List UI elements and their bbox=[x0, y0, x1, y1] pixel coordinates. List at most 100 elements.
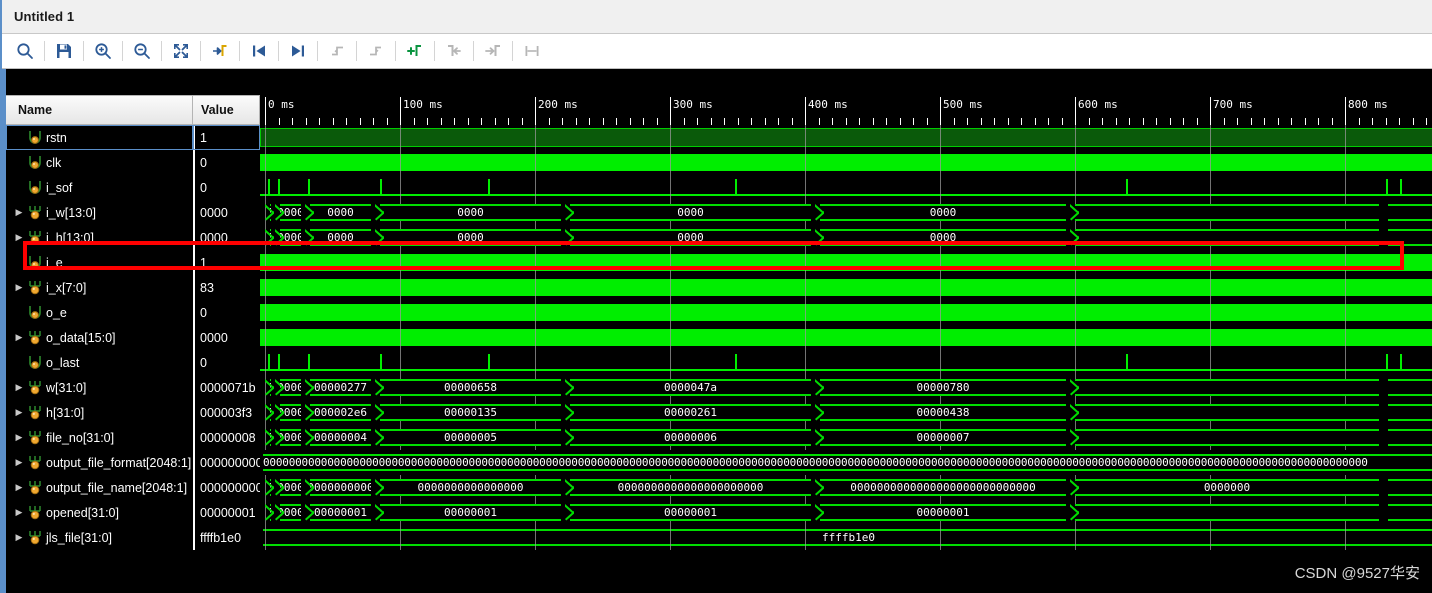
waveform-row[interactable] bbox=[260, 325, 1432, 350]
expand-chevron-icon[interactable]: ▶ bbox=[12, 532, 26, 543]
marker-left-icon[interactable] bbox=[439, 36, 469, 66]
signal-name-cell[interactable]: ▶ jls_file[31:0] bbox=[6, 525, 193, 550]
waveform-row[interactable] bbox=[260, 275, 1432, 300]
signal-name-cell[interactable]: ▶ o_e bbox=[6, 300, 193, 325]
signal-row[interactable]: ▶ o_last 0 bbox=[6, 350, 260, 375]
signal-name-cell[interactable]: ▶ i_sof bbox=[6, 175, 193, 200]
waveform-row[interactable]: 0000000000277000006580000047a00000780 bbox=[260, 375, 1432, 400]
waveform-row[interactable]: ffffb1e0 bbox=[260, 525, 1432, 550]
signal-name-cell[interactable]: ▶ clk bbox=[6, 150, 193, 175]
add-marker-icon[interactable] bbox=[400, 36, 430, 66]
signal-name-cell[interactable]: ▶ output_file_format[2048:1] bbox=[6, 450, 193, 475]
waveform-row[interactable] bbox=[260, 250, 1432, 275]
waveform-row[interactable]: 00000000002e6000001350000026100000438 bbox=[260, 400, 1432, 425]
signal-row[interactable]: ▶ o_data[15:0] 0000 bbox=[6, 325, 260, 350]
waveform-row[interactable]: 000000000000000000000 bbox=[260, 225, 1432, 250]
waveform-row[interactable]: 0000000000001000000010000000100000001 bbox=[260, 500, 1432, 525]
signal-row[interactable]: ▶ output_file_name[2048:1] 000000000 bbox=[6, 475, 260, 500]
signal-name-cell[interactable]: ▶ file_no[31:0] bbox=[6, 425, 193, 450]
ruler-minor-tick bbox=[1129, 118, 1130, 125]
signal-row[interactable]: ▶ rstn 1 bbox=[6, 125, 260, 150]
signal-name-cell[interactable]: ▶ o_data[15:0] bbox=[6, 325, 193, 350]
next-marker-icon[interactable] bbox=[283, 36, 313, 66]
signal-row[interactable]: ▶ file_no[31:0] 00000008 bbox=[6, 425, 260, 450]
signal-row[interactable]: ▶ o_e 0 bbox=[6, 300, 260, 325]
waveform-pane[interactable]: 0 ms 100 ms 200 ms 300 ms 400 ms 500 ms 600 ms… bbox=[260, 69, 1432, 593]
column-header-name[interactable]: Name bbox=[6, 95, 193, 125]
signal-name-cell[interactable]: ▶ i_e bbox=[6, 250, 193, 275]
signal-name-cell[interactable]: ▶ opened[31:0] bbox=[6, 500, 193, 525]
waveform-row[interactable] bbox=[260, 150, 1432, 175]
signal-name-cell[interactable]: ▶ o_last bbox=[6, 350, 193, 375]
signal-row[interactable]: ▶ output_file_format[2048:1] 000000000 bbox=[6, 450, 260, 475]
waveform-row[interactable]: 0000000000000000000000000000000000000000… bbox=[260, 475, 1432, 500]
grid-line bbox=[265, 175, 266, 200]
toolbar-separator bbox=[83, 41, 84, 61]
bus-transition-marker bbox=[305, 429, 314, 446]
time-ruler[interactable]: 0 ms 100 ms 200 ms 300 ms 400 ms 500 ms 600 ms… bbox=[260, 95, 1432, 125]
bus-signal-icon bbox=[26, 480, 44, 495]
expand-chevron-icon[interactable]: ▶ bbox=[12, 207, 26, 218]
signal-name-cell[interactable]: ▶ rstn bbox=[6, 125, 193, 150]
signal-level-high bbox=[260, 304, 1432, 321]
expand-chevron-icon[interactable]: ▶ bbox=[12, 332, 26, 343]
signal-row[interactable]: ▶ i_h[13:0] 0000 bbox=[6, 225, 260, 250]
expand-chevron-icon[interactable]: ▶ bbox=[12, 457, 26, 468]
zoom-in-icon[interactable] bbox=[88, 36, 118, 66]
zoom-out-icon[interactable] bbox=[127, 36, 157, 66]
signal-name-cell[interactable]: ▶ output_file_name[2048:1] bbox=[6, 475, 193, 500]
signal-row[interactable]: ▶ i_sof 0 bbox=[6, 175, 260, 200]
expand-chevron-icon[interactable]: ▶ bbox=[12, 432, 26, 443]
signal-name-cell[interactable]: ▶ i_w[13:0] bbox=[6, 200, 193, 225]
signal-row[interactable]: ▶ clk 0 bbox=[6, 150, 260, 175]
bus-transition-marker bbox=[305, 229, 314, 246]
zoom-fit-icon[interactable] bbox=[166, 36, 196, 66]
signal-name-cell[interactable]: ▶ w[31:0] bbox=[6, 375, 193, 400]
expand-chevron-icon[interactable]: ▶ bbox=[12, 407, 26, 418]
signal-pulse bbox=[278, 354, 280, 371]
waveform-row[interactable]: 0000000000000000000000000000000000000000… bbox=[260, 450, 1432, 475]
waveform-row[interactable]: 0000000000004000000050000000600000007 bbox=[260, 425, 1432, 450]
measure-icon[interactable] bbox=[517, 36, 547, 66]
waveform-row[interactable] bbox=[260, 125, 1432, 150]
grid-line bbox=[265, 300, 266, 325]
waveform-row[interactable]: 000000000000000000000 bbox=[260, 200, 1432, 225]
grid-line bbox=[940, 300, 941, 325]
save-icon[interactable] bbox=[49, 36, 79, 66]
grid-line bbox=[805, 300, 806, 325]
ruler-major-tick bbox=[535, 97, 536, 125]
grid-line bbox=[400, 525, 401, 550]
waveform-row[interactable] bbox=[260, 175, 1432, 200]
signal-row[interactable]: ▶ w[31:0] 0000071b bbox=[6, 375, 260, 400]
signal-name-cell[interactable]: ▶ h[31:0] bbox=[6, 400, 193, 425]
prev-transition-icon[interactable] bbox=[322, 36, 352, 66]
signal-row[interactable]: ▶ i_e 1 bbox=[6, 250, 260, 275]
waveform-row[interactable] bbox=[260, 350, 1432, 375]
expand-chevron-icon[interactable]: ▶ bbox=[12, 282, 26, 293]
signal-row[interactable]: ▶ i_x[7:0] 83 bbox=[6, 275, 260, 300]
waveform-row[interactable] bbox=[260, 300, 1432, 325]
first-marker-icon[interactable] bbox=[244, 36, 274, 66]
expand-chevron-icon[interactable]: ▶ bbox=[12, 482, 26, 493]
next-transition-icon[interactable] bbox=[361, 36, 391, 66]
ruler-major-tick bbox=[940, 97, 941, 125]
signal-level-low bbox=[260, 194, 1432, 196]
expand-chevron-icon[interactable]: ▶ bbox=[12, 507, 26, 518]
goto-edge-icon[interactable] bbox=[205, 36, 235, 66]
column-header-value[interactable]: Value bbox=[193, 95, 260, 125]
ruler-minor-tick bbox=[778, 118, 779, 125]
signal-row[interactable]: ▶ h[31:0] 000003f3 bbox=[6, 400, 260, 425]
signal-row[interactable]: ▶ i_w[13:0] 0000 bbox=[6, 200, 260, 225]
signal-pulse bbox=[308, 179, 310, 196]
search-icon[interactable] bbox=[10, 36, 40, 66]
signal-row[interactable]: ▶ opened[31:0] 00000001 bbox=[6, 500, 260, 525]
expand-chevron-icon[interactable]: ▶ bbox=[12, 382, 26, 393]
signal-value-cell: 0 bbox=[193, 175, 260, 200]
ruler-minor-tick bbox=[643, 118, 644, 125]
signal-name-cell[interactable]: ▶ i_x[7:0] bbox=[6, 275, 193, 300]
expand-chevron-icon[interactable]: ▶ bbox=[12, 232, 26, 243]
marker-right-icon[interactable] bbox=[478, 36, 508, 66]
signal-name-cell[interactable]: ▶ i_h[13:0] bbox=[6, 225, 193, 250]
signal-row[interactable]: ▶ jls_file[31:0] ffffb1e0 bbox=[6, 525, 260, 550]
signal-name-label: i_e bbox=[46, 255, 63, 270]
